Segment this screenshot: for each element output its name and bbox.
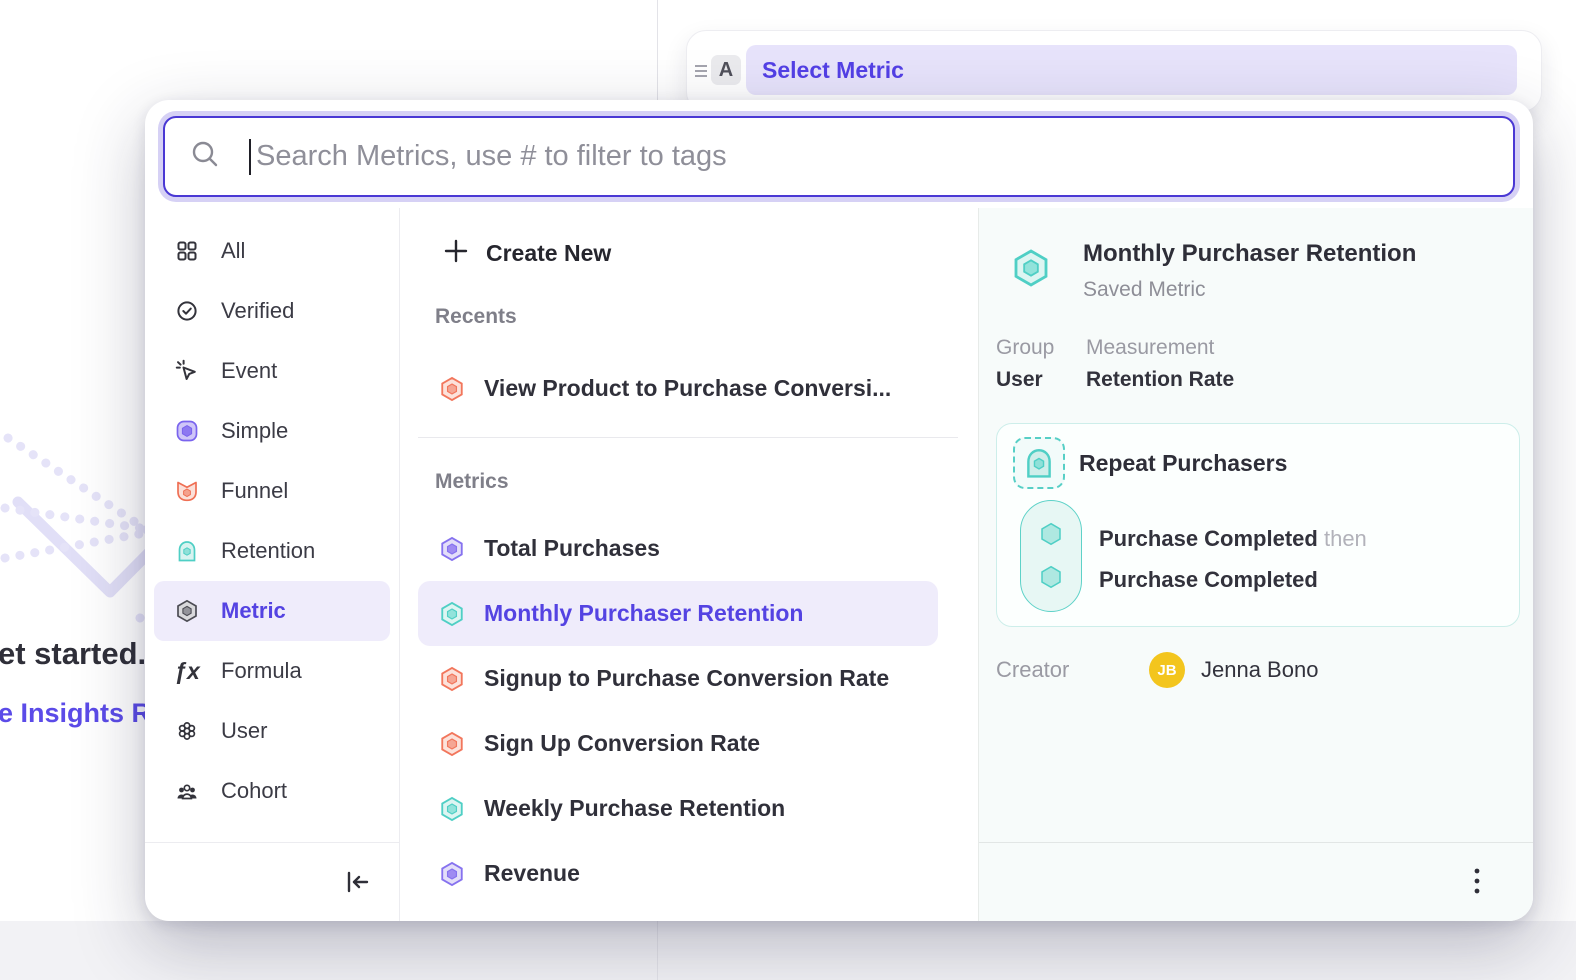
hexagon-teal-icon bbox=[439, 796, 465, 822]
details-title: Monthly Purchaser Retention bbox=[1083, 240, 1416, 268]
step-line-1: Purchase Completed then bbox=[1099, 518, 1367, 559]
sidebar-item-label: Funnel bbox=[221, 478, 288, 504]
metric-item-label: Sign Up Conversion Rate bbox=[484, 730, 760, 757]
plus-icon bbox=[443, 238, 469, 269]
sidebar-item-metric[interactable]: Metric bbox=[154, 581, 390, 641]
collapse-left-icon[interactable] bbox=[342, 867, 372, 897]
insights-report-link[interactable]: e Insights Re bbox=[0, 698, 166, 729]
definition-card: Repeat Purchasers Purchase Completed the… bbox=[996, 423, 1520, 627]
sidebar-item-all[interactable]: All bbox=[154, 221, 390, 281]
metrics-section-label: Metrics bbox=[435, 470, 509, 494]
sidebar-item-verified[interactable]: Verified bbox=[154, 281, 390, 341]
details-footer bbox=[979, 842, 1533, 921]
metric-item-signup-to-purchase-conversion-rate[interactable]: Signup to Purchase Conversion Rate bbox=[400, 646, 938, 711]
measurement-label: Measurement bbox=[1086, 336, 1214, 360]
metric-item-label: Total Purchases bbox=[484, 535, 660, 562]
measurement-value: Retention Rate bbox=[1086, 368, 1234, 392]
select-metric-button[interactable]: Select Metric bbox=[746, 45, 1517, 95]
user-cluster-icon bbox=[175, 719, 199, 743]
page-bottom-area bbox=[0, 921, 1576, 980]
partial-heading-text: et started. bbox=[0, 636, 146, 672]
hexagon-purple-icon bbox=[439, 861, 465, 887]
sidebar-item-label: Simple bbox=[221, 418, 288, 444]
metric-details-panel: Monthly Purchaser Retention Saved Metric… bbox=[978, 208, 1533, 921]
select-metric-label: Select Metric bbox=[762, 57, 904, 84]
metric-item-label: View Product to Purchase Conversi... bbox=[484, 375, 891, 402]
event-cursor-icon bbox=[175, 359, 199, 383]
metric-item-revenue[interactable]: Revenue bbox=[400, 841, 938, 906]
text-caret bbox=[249, 139, 251, 175]
retention-arch-icon bbox=[1013, 437, 1065, 489]
creator-name: Jenna Bono bbox=[1201, 652, 1318, 688]
sidebar-item-label: Cohort bbox=[221, 778, 287, 804]
step-line-2: Purchase Completed bbox=[1099, 559, 1367, 600]
definition-title: Repeat Purchasers bbox=[1079, 424, 1287, 502]
metric-list-column: Create New Recents View Product to Purch… bbox=[400, 208, 978, 921]
formula-icon: ƒx bbox=[175, 659, 199, 683]
metric-item-label: Signup to Purchase Conversion Rate bbox=[484, 665, 889, 692]
search-focus-ring bbox=[158, 111, 1520, 202]
sidebar-item-formula[interactable]: ƒx Formula bbox=[154, 641, 390, 701]
search-input[interactable] bbox=[254, 139, 1493, 174]
metric-item-sign-up-conversion-rate[interactable]: Sign Up Conversion Rate bbox=[400, 711, 938, 776]
sidebar-item-label: All bbox=[221, 238, 245, 264]
filter-sidebar: All Verified bbox=[145, 208, 400, 921]
definition-steps: Purchase Completed then Purchase Complet… bbox=[1099, 518, 1367, 600]
search-icon bbox=[189, 138, 221, 175]
metric-hexagon-icon bbox=[175, 599, 199, 623]
group-label: Group bbox=[996, 336, 1054, 360]
funnel-icon bbox=[175, 479, 199, 503]
sidebar-item-label: Formula bbox=[221, 658, 302, 684]
metric-item-label: Revenue bbox=[484, 860, 580, 887]
retention-arch-icon bbox=[175, 539, 199, 563]
details-subtitle: Saved Metric bbox=[1083, 278, 1206, 302]
sidebar-item-event[interactable]: Event bbox=[154, 341, 390, 401]
sidebar-item-label: Metric bbox=[221, 598, 286, 624]
cohort-icon bbox=[175, 779, 199, 803]
metric-letter-badge: A bbox=[711, 55, 741, 85]
hexagon-orange-icon bbox=[439, 376, 465, 402]
sidebar-footer bbox=[145, 842, 400, 921]
steps-pill bbox=[1020, 500, 1082, 612]
metric-item-weekly-purchase-retention[interactable]: Weekly Purchase Retention bbox=[400, 776, 938, 841]
grid-icon bbox=[175, 239, 199, 263]
section-divider bbox=[418, 437, 958, 438]
metric-item-total-purchases[interactable]: Total Purchases bbox=[400, 516, 938, 581]
sidebar-item-label: Retention bbox=[221, 538, 315, 564]
metric-picker-modal: All Verified bbox=[145, 100, 1533, 921]
avatar: JB bbox=[1149, 652, 1185, 688]
hexagon-teal-icon bbox=[439, 601, 465, 627]
kebab-menu-icon[interactable] bbox=[1460, 865, 1494, 899]
metric-item-label: Monthly Purchaser Retention bbox=[484, 600, 803, 627]
sidebar-item-funnel[interactable]: Funnel bbox=[154, 461, 390, 521]
hexagon-orange-icon bbox=[439, 666, 465, 692]
drag-handle-icon[interactable] bbox=[693, 59, 709, 88]
creator-label: Creator bbox=[996, 652, 1069, 688]
sidebar-item-user[interactable]: User bbox=[154, 701, 390, 761]
verified-badge-icon bbox=[175, 299, 199, 323]
sidebar-item-simple[interactable]: Simple bbox=[154, 401, 390, 461]
sidebar-item-label: Event bbox=[221, 358, 277, 384]
group-value: User bbox=[996, 368, 1043, 392]
create-new-button[interactable]: Create New bbox=[400, 225, 958, 281]
hexagon-teal-icon bbox=[1011, 248, 1051, 288]
hexagon-step-icon bbox=[1038, 564, 1064, 590]
recent-metric-item[interactable]: View Product to Purchase Conversi... bbox=[400, 356, 938, 421]
sidebar-item-cohort[interactable]: Cohort bbox=[154, 761, 390, 821]
connector-text: then bbox=[1324, 526, 1367, 551]
recents-section-label: Recents bbox=[435, 305, 517, 329]
create-new-label: Create New bbox=[486, 240, 611, 267]
sidebar-item-label: User bbox=[221, 718, 267, 744]
screen: et started. e Insights Re A Select Metri… bbox=[0, 0, 1576, 980]
hexagon-orange-icon bbox=[439, 731, 465, 757]
simple-metric-icon bbox=[175, 419, 199, 443]
metric-item-monthly-purchaser-retention[interactable]: Monthly Purchaser Retention bbox=[418, 581, 938, 646]
hexagon-purple-icon bbox=[439, 536, 465, 562]
search-box[interactable] bbox=[163, 116, 1515, 197]
modal-columns: All Verified bbox=[145, 208, 1533, 921]
hexagon-step-icon bbox=[1038, 521, 1064, 547]
sidebar-item-retention[interactable]: Retention bbox=[154, 521, 390, 581]
metric-item-label: Weekly Purchase Retention bbox=[484, 795, 785, 822]
sidebar-item-label: Verified bbox=[221, 298, 294, 324]
